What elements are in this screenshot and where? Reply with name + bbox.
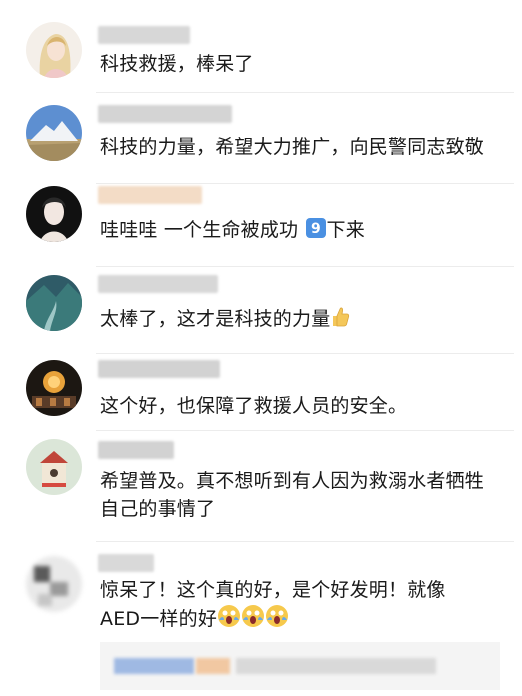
username-blurred[interactable] [98,186,202,204]
comment-text: 科技的力量，希望大力推广，向民警同志致敬 [100,136,485,158]
username-blurred[interactable] [98,26,190,44]
comment-item: 哇哇哇 一个生命被成功 9 下来 [0,184,522,266]
keycap-nine-icon: 9 [305,217,327,247]
comment-text-suffix: 下来 [326,219,365,241]
comment-item: 太棒了，这才是科技的力量 [0,267,522,353]
avatar[interactable] [26,22,82,78]
avatar[interactable] [26,275,82,331]
comment-text: 希望普及。真不想听到有人因为救溺水者牺牲 自己的事情了 [100,470,485,520]
comment-item: 希望普及。真不想听到有人因为救溺水者牺牲 自己的事情了 [0,431,522,541]
scream-face-emoji-icon [217,604,241,636]
comment-item: 科技的力量，希望大力推广，向民警同志致敬 [0,93,522,183]
avatar-mountain-icon [26,105,82,161]
reply-username-blurred [114,658,194,674]
avatar-river-icon [26,275,82,331]
keycap-number: 9 [311,221,321,237]
comment-item: 这个好，也保障了救援人员的安全。 [0,354,522,430]
username-blurred[interactable] [98,360,220,378]
scream-face-emoji-icon [241,604,265,636]
comment-text-main: 哇哇哇 一个生命被成功 [100,219,299,241]
avatar-portrait-icon [26,186,82,242]
comment-text: 太棒了，这才是科技的力量 [100,305,508,336]
comment-item: 惊呆了！这个真的好，是个好发明！就像 AED一样的好 [0,542,522,696]
reply-text-blurred [196,658,230,674]
avatar-blurred-icon [26,556,82,612]
avatar-girl-icon [26,22,82,78]
username-blurred[interactable] [98,441,174,459]
avatar[interactable] [26,556,82,612]
comment-text-main: 太棒了，这才是科技的力量 [100,308,331,330]
avatar[interactable] [26,360,82,416]
reply-preview-box[interactable] [100,642,500,690]
comment-item: 科技救援，棒呆了 [0,0,522,92]
thumbs-up-emoji-icon [330,306,350,336]
scream-face-emoji-icon [265,604,289,636]
avatar-birdhouse-icon [26,439,82,495]
comment-text: 这个好，也保障了救援人员的安全。 [100,395,408,417]
username-blurred[interactable] [98,105,232,123]
avatar-lantern-icon [26,360,82,416]
avatar[interactable] [26,439,82,495]
comment-text: 惊呆了！这个真的好，是个好发明！就像 AED一样的好 [100,576,508,636]
avatar[interactable] [26,105,82,161]
comment-text: 科技救援，棒呆了 [100,53,254,75]
username-blurred[interactable] [98,554,154,572]
username-blurred[interactable] [98,275,218,293]
reply-text-blurred [236,658,436,674]
comment-text: 哇哇哇 一个生命被成功 9 下来 [100,216,508,247]
avatar[interactable] [26,186,82,242]
